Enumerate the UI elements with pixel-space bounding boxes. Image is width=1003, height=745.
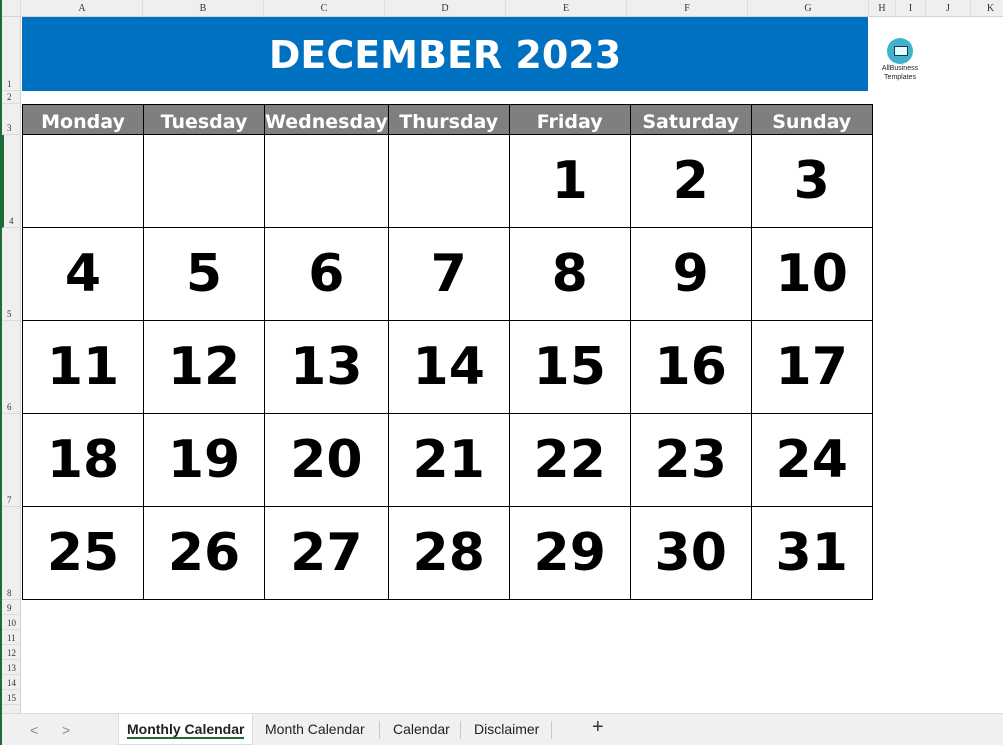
prev-sheet-button[interactable]: < bbox=[30, 722, 38, 738]
column-header[interactable]: F bbox=[627, 0, 748, 17]
column-header[interactable]: B bbox=[143, 0, 264, 17]
day-cell[interactable]: 28 bbox=[387, 506, 510, 600]
day-cell[interactable]: 3 bbox=[750, 134, 873, 228]
day-cell[interactable] bbox=[143, 134, 265, 228]
row-header[interactable]: 14 bbox=[2, 675, 21, 690]
week-row: 123 bbox=[22, 134, 873, 228]
sheet-tab-bar: < > Monthly Calendar Month Calendar Cale… bbox=[2, 713, 1003, 745]
week-row: 11 12 13 14 15 16 17 bbox=[22, 320, 873, 414]
logo-text: Templates bbox=[884, 74, 916, 81]
day-cell[interactable]: 8 bbox=[508, 227, 631, 321]
column-header[interactable]: K bbox=[971, 0, 1003, 17]
day-cell[interactable]: 25 bbox=[22, 506, 144, 600]
day-cell[interactable]: 27 bbox=[264, 506, 389, 600]
column-header[interactable]: C bbox=[264, 0, 385, 17]
tab-separator bbox=[460, 721, 461, 739]
day-cell[interactable]: 13 bbox=[264, 320, 389, 414]
tab-month-calendar[interactable]: Month Calendar bbox=[265, 714, 365, 745]
row-header[interactable]: 13 bbox=[2, 660, 21, 675]
column-headers: A B C D E F G H I J K bbox=[2, 0, 1003, 17]
day-cell[interactable]: 20 bbox=[264, 413, 389, 507]
day-cell[interactable]: 18 bbox=[22, 413, 144, 507]
row-header[interactable]: 7 bbox=[2, 414, 21, 507]
day-cell[interactable]: 21 bbox=[387, 413, 510, 507]
day-cell[interactable]: 31 bbox=[750, 506, 873, 600]
column-header[interactable]: I bbox=[896, 0, 926, 17]
week-row: 18 19 20 21 22 23 24 bbox=[22, 413, 873, 507]
tab-separator bbox=[379, 721, 380, 739]
row-header[interactable]: 6 bbox=[2, 321, 21, 414]
day-cell[interactable]: 23 bbox=[629, 413, 752, 507]
row-header[interactable]: 12 bbox=[2, 645, 21, 660]
day-cell[interactable]: 5 bbox=[143, 227, 265, 321]
column-header[interactable]: H bbox=[869, 0, 896, 17]
weekday-header[interactable]: Thursday bbox=[387, 104, 510, 135]
calendar-grid: Monday Tuesday Wednesday Thursday Friday Satu… bbox=[22, 104, 873, 600]
day-cell[interactable]: 12 bbox=[143, 320, 265, 414]
day-cell[interactable]: 15 bbox=[508, 320, 631, 414]
week-row: 25 26 27 28 29 30 31 bbox=[22, 506, 873, 600]
row-header[interactable]: 8 bbox=[2, 507, 21, 600]
tab-calendar[interactable]: Calendar bbox=[393, 714, 450, 745]
day-cell[interactable]: 19 bbox=[143, 413, 265, 507]
weekday-header[interactable]: Wednesday bbox=[264, 104, 389, 135]
allbusiness-logo[interactable]: AllBusiness Templates bbox=[880, 38, 920, 82]
row-header[interactable]: 2 bbox=[2, 91, 21, 104]
week-row: 4 5 6 7 8 9 10 bbox=[22, 227, 873, 321]
day-cell[interactable]: 22 bbox=[508, 413, 631, 507]
row-header[interactable]: 1 bbox=[2, 17, 21, 91]
weekday-header[interactable]: Monday bbox=[22, 104, 144, 135]
column-header[interactable]: E bbox=[506, 0, 627, 17]
column-header[interactable]: J bbox=[926, 0, 971, 17]
weekday-header[interactable]: Saturday bbox=[629, 104, 752, 135]
tab-monthly-calendar[interactable]: Monthly Calendar bbox=[118, 714, 254, 745]
logo-text: AllBusiness bbox=[881, 65, 919, 72]
day-cell[interactable] bbox=[22, 134, 144, 228]
row-headers: 1 2 3 4 5 6 7 8 9 10 11 12 13 14 15 bbox=[2, 17, 21, 713]
column-header[interactable]: A bbox=[22, 0, 143, 17]
row-header[interactable]: 11 bbox=[2, 630, 21, 645]
calendar-title[interactable]: DECEMBER 2023 bbox=[22, 17, 868, 91]
day-cell[interactable]: 7 bbox=[387, 227, 510, 321]
column-header[interactable]: D bbox=[385, 0, 506, 17]
day-cell[interactable]: 26 bbox=[143, 506, 265, 600]
next-sheet-button[interactable]: > bbox=[62, 722, 70, 738]
row-header[interactable]: 10 bbox=[2, 615, 21, 630]
row-header[interactable]: 5 bbox=[2, 228, 21, 321]
day-cell[interactable] bbox=[264, 134, 389, 228]
laptop-icon bbox=[887, 38, 913, 64]
select-all-corner[interactable] bbox=[2, 0, 21, 17]
column-header[interactable]: G bbox=[748, 0, 869, 17]
tab-disclaimer[interactable]: Disclaimer bbox=[474, 714, 539, 745]
day-cell[interactable]: 4 bbox=[22, 227, 144, 321]
row-header[interactable]: 4 bbox=[2, 135, 21, 228]
row-header[interactable]: 3 bbox=[2, 104, 21, 135]
day-cell[interactable]: 16 bbox=[629, 320, 752, 414]
day-cell[interactable]: 14 bbox=[387, 320, 510, 414]
weekday-header[interactable]: Friday bbox=[508, 104, 631, 135]
tab-separator bbox=[551, 721, 552, 739]
day-cell[interactable] bbox=[387, 134, 510, 228]
weekday-header[interactable]: Sunday bbox=[750, 104, 873, 135]
day-cell[interactable]: 29 bbox=[508, 506, 631, 600]
row-header[interactable]: 9 bbox=[2, 600, 21, 615]
add-sheet-button[interactable]: + bbox=[592, 716, 604, 739]
day-cell[interactable]: 30 bbox=[629, 506, 752, 600]
day-cell[interactable]: 10 bbox=[750, 227, 873, 321]
day-cell[interactable]: 9 bbox=[629, 227, 752, 321]
day-cell[interactable]: 11 bbox=[22, 320, 144, 414]
weekday-header[interactable]: Tuesday bbox=[143, 104, 265, 135]
day-cell[interactable]: 6 bbox=[264, 227, 389, 321]
day-cell[interactable]: 17 bbox=[750, 320, 873, 414]
row-header[interactable]: 15 bbox=[2, 690, 21, 705]
day-cell[interactable]: 24 bbox=[750, 413, 873, 507]
day-cell[interactable]: 1 bbox=[508, 134, 631, 228]
day-cell[interactable]: 2 bbox=[629, 134, 752, 228]
